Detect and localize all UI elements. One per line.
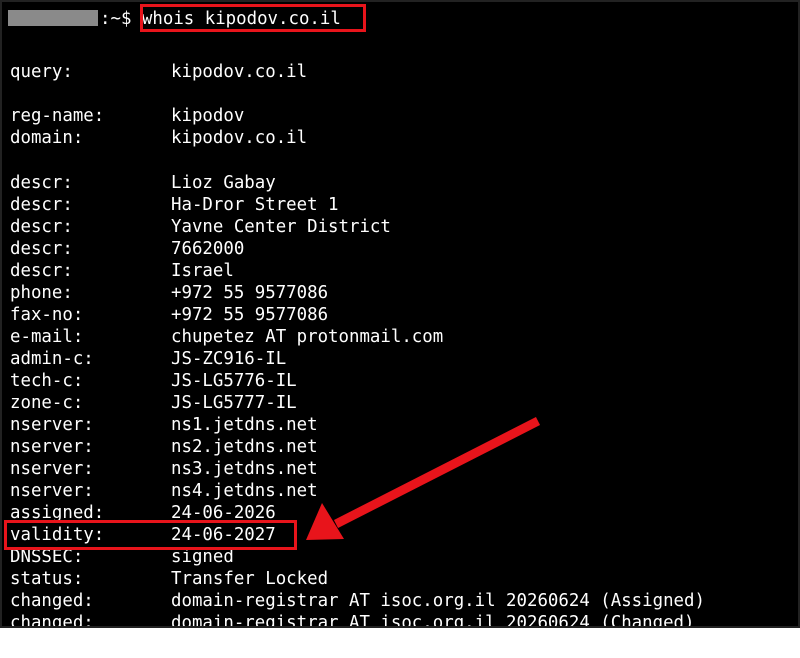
terminal-window[interactable]: :~$ whois kipodov.co.il query: kipodov.co… [0, 0, 800, 628]
arrow-icon [306, 416, 541, 540]
